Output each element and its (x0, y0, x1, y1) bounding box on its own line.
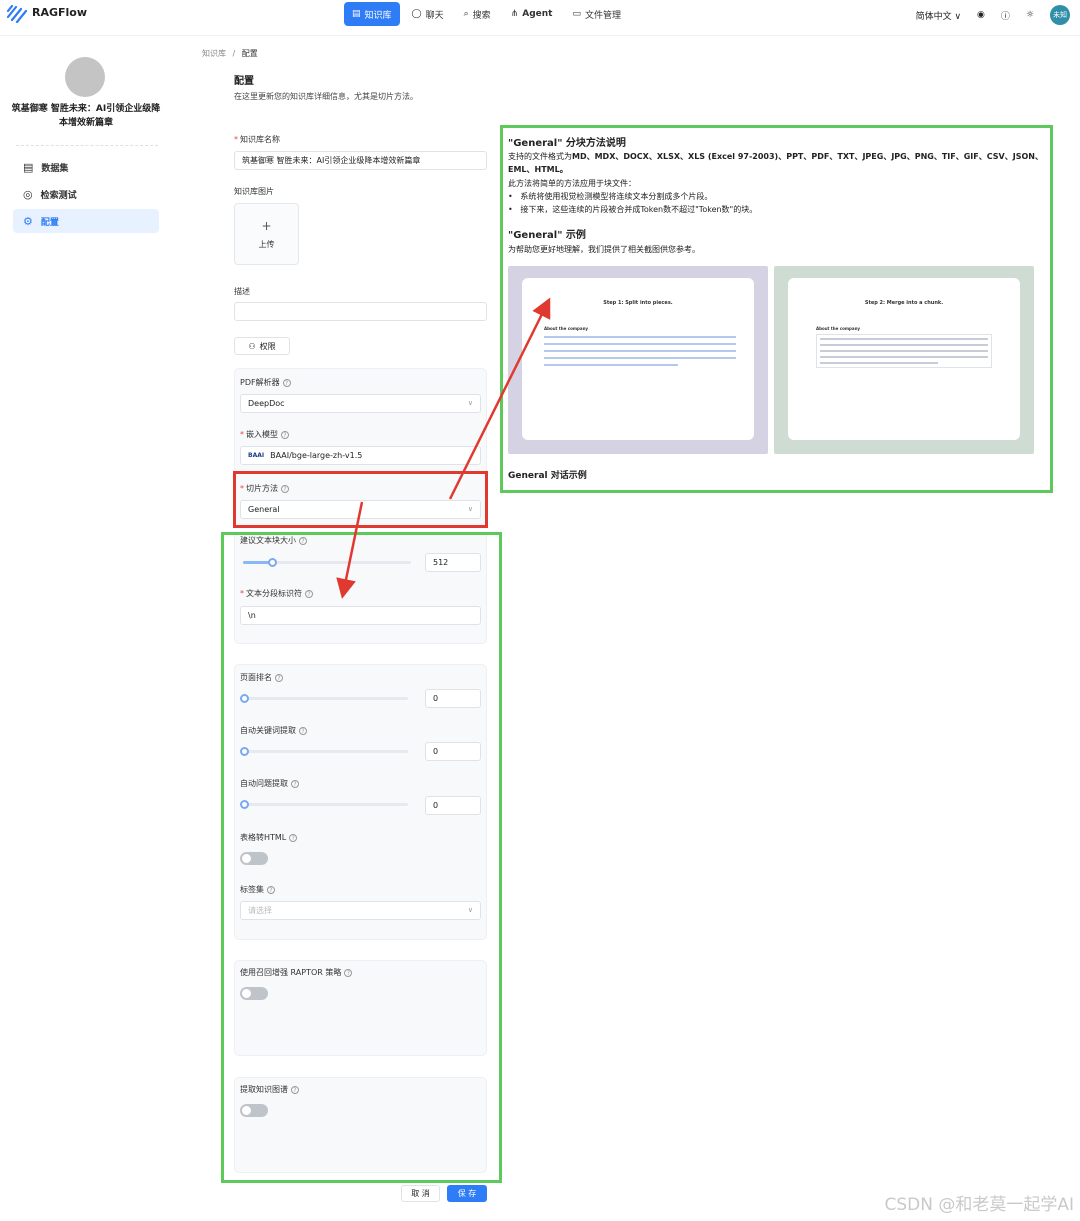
main-nav: ▤ 知识库 ◯ 聊天 ⌕ 搜索 ⋔ Agent ▭ 文件管理 (344, 2, 629, 26)
help-icon: ? (281, 430, 289, 439)
save-button[interactable]: 保 存 (447, 1185, 487, 1202)
embedding-model-label: * 嵌入模型? (240, 429, 289, 440)
pdf-parser-select[interactable]: DeepDoc ∨ (240, 394, 481, 413)
permission-button[interactable]: ⚇ 权限 (234, 337, 290, 355)
nav-label: 文件管理 (584, 10, 621, 21)
user-name: 未知 (1053, 11, 1067, 19)
nav-label: 知识库 (364, 10, 392, 21)
plus-icon: + (261, 218, 272, 233)
page-title: 配置 (234, 76, 254, 87)
kb-image-label: 知识库图片 (234, 187, 274, 196)
user-avatar[interactable]: 未知 (1050, 5, 1070, 25)
chevron-down-icon: ∨ (467, 399, 473, 407)
nav-label: 搜索 (472, 10, 491, 21)
github-icon[interactable]: ◉ (977, 10, 985, 20)
nav-chat[interactable]: ◯ 聊天 (404, 2, 452, 26)
sidebar-item-label: 数据集 (41, 163, 69, 174)
kb-name-input[interactable]: 筑基御寒 智胜未来：AI引领企业级降本增效新篇章 (234, 151, 487, 170)
kb-avatar (65, 57, 105, 97)
language-label: 简体中文 (915, 11, 952, 22)
nav-search[interactable]: ⌕ 搜索 (456, 2, 499, 26)
description-input[interactable] (234, 302, 487, 321)
language-select[interactable]: 简体中文 ∨ (916, 9, 961, 22)
annotation-green-box-explanation (500, 125, 1053, 493)
search-icon: ⌕ (463, 9, 469, 19)
pdf-parser-label: PDF解析器? (240, 377, 291, 388)
baai-logo-icon: BAAI (248, 452, 265, 459)
nav-agent[interactable]: ⋔ Agent (503, 2, 561, 26)
sidebar-item-retrieval-test[interactable]: ◎ 检索测试 (13, 182, 159, 206)
cancel-button[interactable]: 取 消 (401, 1185, 440, 1202)
help-icon[interactable]: ⓘ (1001, 9, 1010, 22)
database-icon: ▤ (352, 9, 361, 19)
ragflow-logo-icon (6, 4, 28, 23)
label-text: PDF解析器 (240, 378, 280, 387)
sidebar-item-label: 检索测试 (40, 190, 77, 201)
nav-label: Agent (522, 9, 553, 19)
theme-sun-icon[interactable]: ☼ (1026, 10, 1034, 20)
image-upload-button[interactable]: + 上传 (234, 203, 299, 265)
nav-file-manager[interactable]: ▭ 文件管理 (564, 2, 629, 26)
select-value: DeepDoc (248, 399, 285, 408)
breadcrumb-root[interactable]: 知识库 (202, 49, 226, 58)
help-icon: ? (282, 378, 291, 387)
user-add-icon: ⚇ (248, 341, 256, 351)
label-text: 嵌入模型 (246, 430, 278, 439)
breadcrumb-separator: / (232, 49, 236, 58)
breadcrumb: 知识库 / 配置 (202, 48, 258, 59)
sidebar-divider (16, 145, 158, 146)
kb-name-title: 筑基御寒 智胜未来：AI引领企业级降本增效新篇章 (11, 104, 161, 128)
top-nav-bar: RAGFlow ▤ 知识库 ◯ 聊天 ⌕ 搜索 ⋔ Agent ▭ 文件管理 简… (0, 0, 1080, 36)
annotation-red-box-chunk-method (233, 471, 488, 528)
nav-label: 聊天 (425, 10, 444, 21)
sidebar-item-dataset[interactable]: ▤ 数据集 (13, 155, 159, 179)
chevron-down-icon: ∨ (954, 11, 962, 22)
agent-icon: ⋔ (510, 9, 519, 19)
nav-knowledge-base[interactable]: ▤ 知识库 (344, 2, 400, 26)
description-label: 描述 (234, 287, 250, 296)
button-label: 权限 (259, 341, 276, 351)
chat-icon: ◯ (411, 9, 422, 19)
toolbar-right: 简体中文 ∨ ◉ ⓘ ☼ 未知 (916, 5, 1070, 25)
input-value: 筑基御寒 智胜未来：AI引领企业级降本增效新篇章 (242, 156, 421, 165)
app-name: RAGFlow (32, 6, 88, 19)
embedding-model-select[interactable]: BAAI BAAI/bge-large-zh-v1.5 (240, 446, 481, 465)
select-value: BAAI/bge-large-zh-v1.5 (270, 451, 363, 460)
upload-label: 上传 (258, 239, 275, 249)
gear-icon: ⚙ (23, 214, 33, 228)
dataset-icon: ▤ (23, 160, 34, 174)
annotation-green-box-settings (221, 532, 502, 1183)
folder-icon: ▭ (572, 9, 581, 19)
watermark: CSDN @和老莫一起学AI (884, 1195, 1074, 1215)
sidebar-item-config[interactable]: ⚙ 配置 (13, 209, 159, 233)
label-text: 知识库名称 (240, 135, 280, 144)
breadcrumb-current: 配置 (241, 49, 258, 58)
sidebar-item-label: 配置 (40, 217, 59, 228)
page-subtitle: 在这里更新您的知识库详细信息，尤其是切片方法。 (234, 92, 418, 101)
retrieval-test-icon: ◎ (23, 187, 33, 201)
kb-name-label: * 知识库名称 (234, 135, 280, 144)
